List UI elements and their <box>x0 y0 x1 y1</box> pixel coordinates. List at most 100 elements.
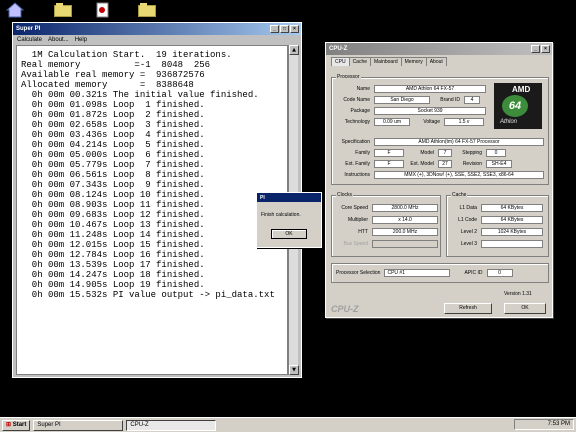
minimize-icon[interactable]: _ <box>270 25 279 33</box>
output-line: 0h 00m 01.098s Loop 1 finished. <box>21 100 205 110</box>
busspeed-label: Bus Speed <box>343 241 368 247</box>
output-line: 0h 00m 09.683s Loop 12 finished. <box>21 210 205 220</box>
system-tray: 7:53 PM <box>514 419 574 430</box>
htt-label: HTT <box>358 229 368 235</box>
start-button[interactable]: ⊞ Start <box>2 419 31 431</box>
level3-value <box>481 240 543 248</box>
model-label: Model <box>420 150 434 156</box>
tab-bar: CPU Cache Mainboard Memory About <box>331 57 447 66</box>
tab-memory[interactable]: Memory <box>400 57 427 66</box>
corespeed-label: Core Speed <box>341 205 368 211</box>
scroll-up-icon[interactable]: ▲ <box>289 45 299 55</box>
level2-label: Level 2 <box>460 229 477 235</box>
output-line: 0h 00m 12.015s Loop 15 finished. <box>21 240 205 250</box>
family-value: F <box>374 149 404 157</box>
output-line: 0h 00m 07.343s Loop 9 finished. <box>21 180 205 190</box>
task-cpuz[interactable]: CPU-Z <box>126 419 217 431</box>
window-title: Super PI <box>16 26 41 32</box>
codename-value: San Diego <box>374 96 430 104</box>
codename-label: Code Name <box>343 97 370 103</box>
extmodel-value: 27 <box>438 160 452 168</box>
extfamily-label: Ext. Family <box>345 161 370 167</box>
document-icon[interactable] <box>94 2 112 18</box>
specification-value: AMD Athlon(tm) 64 FX-57 Processor <box>374 138 544 146</box>
folder-icon[interactable] <box>54 3 72 17</box>
brandid-value: 4 <box>464 96 480 104</box>
finish-dialog: PI Finish calculation. OK <box>256 192 322 248</box>
scroll-down-icon[interactable]: ▼ <box>289 365 299 375</box>
cpuz-titlebar[interactable]: CPU-Z _ × <box>326 43 552 55</box>
output-line: 0h 00m 08.124s Loop 10 finished. <box>21 190 205 200</box>
tab-cache[interactable]: Cache <box>348 57 372 66</box>
task-superpi[interactable]: Super PI <box>33 419 124 431</box>
technology-label: Technology <box>344 119 370 125</box>
output-line: 0h 00m 04.214s Loop 5 finished. <box>21 140 205 150</box>
close-icon[interactable]: × <box>541 45 550 53</box>
l1data-label: L1 Data <box>459 205 477 211</box>
stepping-value: 0 <box>486 149 506 157</box>
multiplier-label: Multiplier <box>347 217 368 223</box>
dialog-ok-button[interactable]: OK <box>271 229 307 239</box>
menu-calculate[interactable]: Calculate <box>17 37 42 43</box>
cpuz-window: CPU-Z _ × CPU Cache Mainboard Memory Abo… <box>325 42 553 318</box>
panel-label: Cache <box>451 192 468 198</box>
window-title: CPU-Z <box>329 46 348 52</box>
l1code-label: L1 Code <box>458 217 477 223</box>
dialog-message: Finish calculation. <box>261 212 301 218</box>
output-line: 0h 00m 05.779s Loop 7 finished. <box>21 160 205 170</box>
l1code-value: 64 KBytes <box>481 216 543 224</box>
output-line: 0h 00m 06.561s Loop 8 finished. <box>21 170 205 180</box>
output-line: 0h 00m 14.905s Loop 19 finished. <box>21 280 205 290</box>
stepping-label: Stepping <box>462 150 482 156</box>
clock[interactable]: 7:53 PM <box>548 421 570 427</box>
package-label: Package <box>350 108 370 114</box>
name-label: Name <box>356 86 370 92</box>
processor-select[interactable]: CPU #1 <box>384 269 451 277</box>
version-label: Version 1.31 <box>504 291 532 297</box>
busspeed-value <box>372 240 438 248</box>
close-icon[interactable]: × <box>290 25 299 33</box>
refresh-button[interactable]: Refresh <box>444 303 492 314</box>
output-line: Real memory =-1 8048 256 <box>21 60 211 70</box>
menu-help[interactable]: Help <box>75 37 87 43</box>
extmodel-label: Ext. Model <box>410 161 434 167</box>
apicid-value: 0 <box>486 269 513 277</box>
revision-value: SH-E4 <box>486 160 512 168</box>
output-line: 0h 00m 11.248s Loop 14 finished. <box>21 230 205 240</box>
output-text-area[interactable]: 1M Calculation Start. 19 iterations. Rea… <box>16 45 288 375</box>
family-label: Family <box>355 150 370 156</box>
tab-about[interactable]: About <box>425 57 447 66</box>
folder-icon[interactable] <box>138 3 156 17</box>
level3-label: Level 3 <box>460 241 477 247</box>
output-line: 0h 00m 08.903s Loop 11 finished. <box>21 200 205 210</box>
voltage-label: Voltage <box>423 119 440 125</box>
maximize-icon[interactable]: □ <box>280 25 289 33</box>
tab-cpu[interactable]: CPU <box>331 57 350 66</box>
dialog-titlebar[interactable]: PI <box>257 193 321 202</box>
output-line: 0h 00m 00.321s The initial value finishe… <box>21 90 259 100</box>
ok-button[interactable]: OK <box>504 303 546 314</box>
taskbar: ⊞ Start Super PI CPU-Z 7:53 PM <box>0 417 576 432</box>
dialog-title: PI <box>260 194 265 201</box>
output-line: Allocated memory = 8388648 <box>21 80 194 90</box>
output-line: 0h 00m 01.872s Loop 2 finished. <box>21 110 205 120</box>
instructions-label: Instructions <box>344 172 370 178</box>
extfamily-value: F <box>374 160 404 168</box>
selection-label: Processor Selection <box>336 270 381 276</box>
output-line: 0h 00m 14.247s Loop 18 finished. <box>21 270 205 280</box>
panel-label: Processor <box>336 74 361 80</box>
output-line: Available real memory = 936872576 <box>21 70 205 80</box>
tab-mainboard[interactable]: Mainboard <box>370 57 402 66</box>
htt-value: 200.0 MHz <box>372 228 438 236</box>
home-icon[interactable] <box>5 2 25 18</box>
menu-about[interactable]: About... <box>48 37 69 43</box>
output-line: 0h 00m 05.000s Loop 6 finished. <box>21 150 205 160</box>
package-value: Socket 939 <box>374 107 486 115</box>
minimize-icon[interactable]: _ <box>531 45 540 53</box>
output-line: 1M Calculation Start. 19 iterations. <box>21 50 232 60</box>
output-line: 0h 00m 13.539s Loop 17 finished. <box>21 260 205 270</box>
revision-label: Revision <box>462 161 482 167</box>
superpi-titlebar[interactable]: Super PI _ □ × <box>13 23 301 35</box>
output-line: 0h 00m 03.436s Loop 4 finished. <box>21 130 205 140</box>
voltage-value: 1.5 v <box>444 118 484 126</box>
